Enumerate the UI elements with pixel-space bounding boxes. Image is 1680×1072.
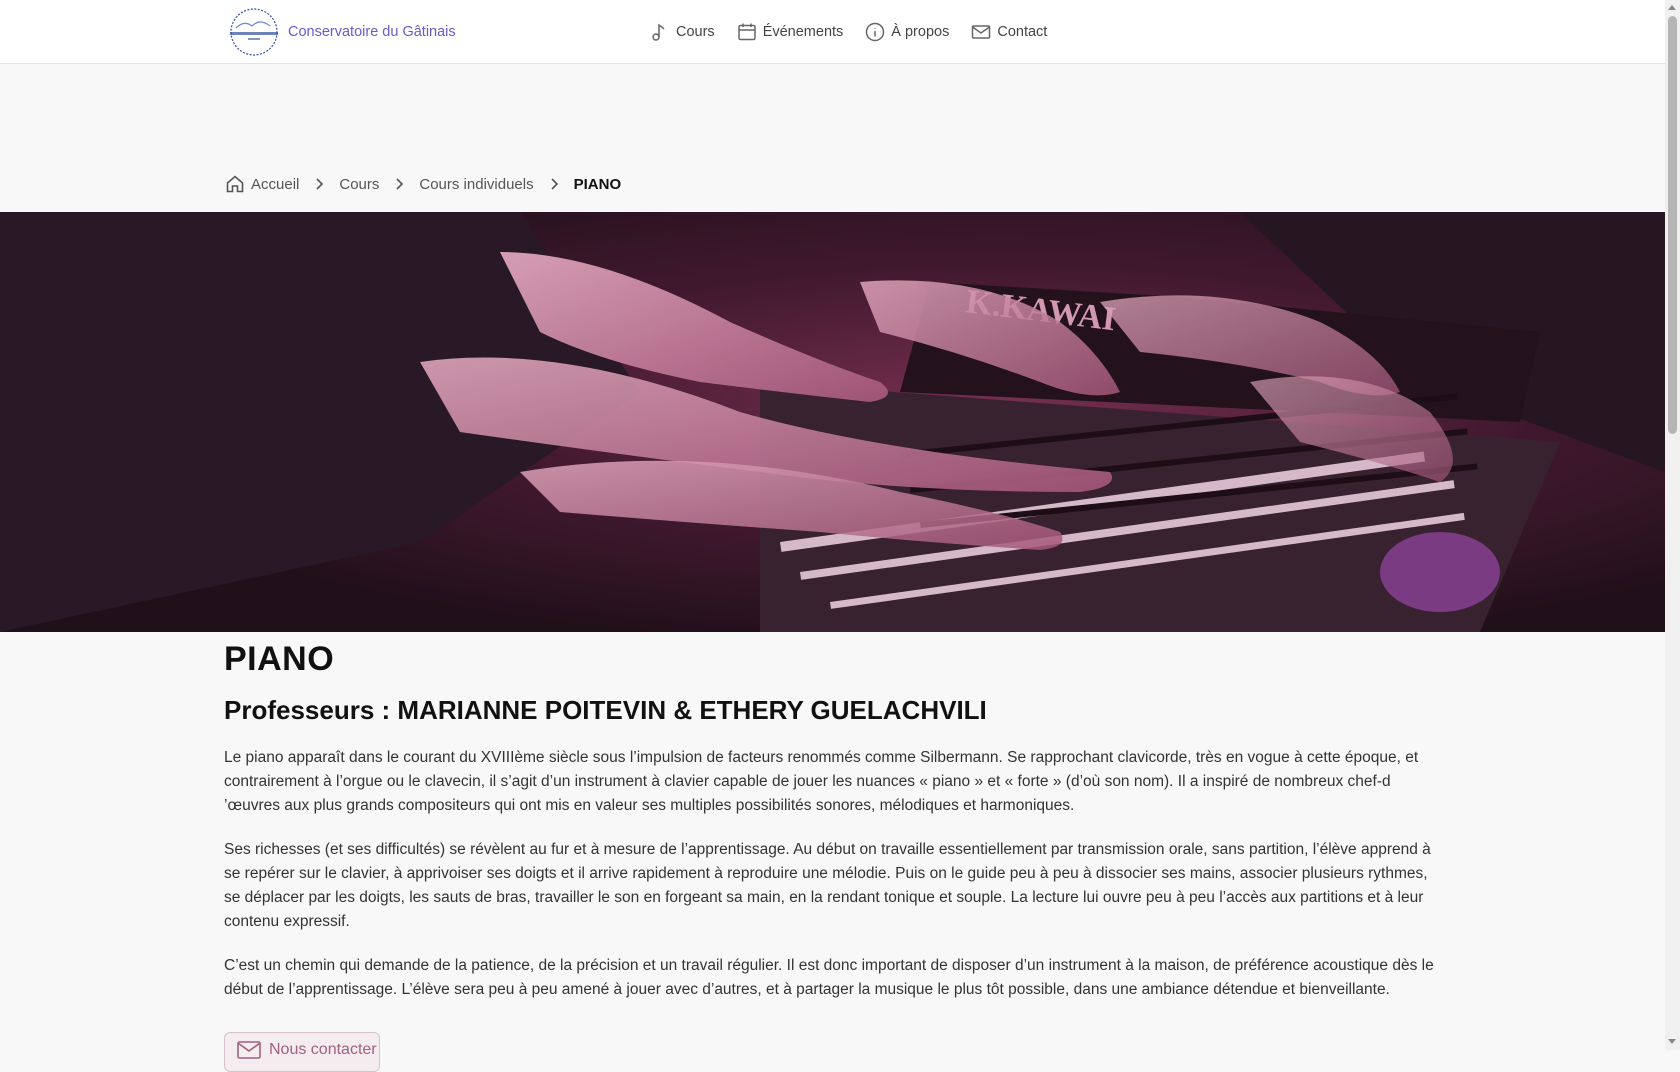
page-title: PIANO xyxy=(224,640,335,678)
scrollbar-thumb[interactable] xyxy=(1668,16,1677,434)
main-content: PIANO Professeurs : MARIANNE POITEVIN & … xyxy=(224,640,1439,1002)
mail-icon xyxy=(972,24,991,39)
nav-a-propos-label: À propos xyxy=(891,23,950,40)
nav-a-propos[interactable]: À propos xyxy=(865,22,949,42)
paragraph-practice: C’est un chemin qui demande de la patien… xyxy=(224,957,1434,998)
teachers-heading: Professeurs : MARIANNE POITEVIN & ETHERY… xyxy=(224,695,987,725)
mail-icon xyxy=(237,1041,261,1059)
scroll-up-arrow-icon[interactable] xyxy=(1668,5,1676,10)
hero-image: K.KAWAI xyxy=(0,212,1665,632)
nav-evenements[interactable]: Événements xyxy=(737,22,844,42)
nav-contact-label: Contact xyxy=(997,23,1048,40)
chevron-right-icon xyxy=(551,178,558,190)
chevron-right-icon xyxy=(396,178,404,190)
page-scrollbar[interactable] xyxy=(1665,0,1680,1050)
contact-button[interactable]: Nous contacter xyxy=(224,1032,380,1072)
conservatoire-logo-icon xyxy=(230,8,278,56)
nav-cours-label: Cours xyxy=(676,23,715,40)
piano-hands-illustration: K.KAWAI xyxy=(0,212,1665,632)
contact-button-label: Nous contacter xyxy=(269,1041,377,1058)
music-note-icon xyxy=(652,23,665,41)
breadcrumb-cours-individuels[interactable]: Cours individuels xyxy=(419,176,533,193)
brand-link[interactable]: Conservatoire du Gâtinais xyxy=(224,6,456,58)
scroll-down-arrow-icon[interactable] xyxy=(1668,1039,1676,1044)
calendar-icon xyxy=(737,23,756,40)
top-navbar: Conservatoire du Gâtinais Cours Événemen… xyxy=(0,0,1665,64)
paragraph-history: Le piano apparaît dans le courant du XVI… xyxy=(224,749,1419,814)
paragraph-learning: Ses richesses (et ses difficultés) se ré… xyxy=(224,841,1431,930)
main-nav: Cours Événements À propos Contact xyxy=(650,0,1069,63)
nav-cours[interactable]: Cours xyxy=(650,22,715,42)
breadcrumb-home[interactable]: Accueil xyxy=(251,176,299,193)
nav-contact[interactable]: Contact xyxy=(971,22,1047,42)
home-icon xyxy=(226,175,244,193)
breadcrumb-cours[interactable]: Cours xyxy=(339,176,379,193)
breadcrumb: Accueil Cours Cours individuels PIANO xyxy=(225,174,621,194)
brand-name: Conservatoire du Gâtinais xyxy=(288,24,456,40)
nav-evenements-label: Événements xyxy=(762,23,844,40)
chevron-right-icon xyxy=(316,178,324,190)
breadcrumb-current: PIANO xyxy=(573,175,622,193)
info-icon xyxy=(866,22,885,41)
